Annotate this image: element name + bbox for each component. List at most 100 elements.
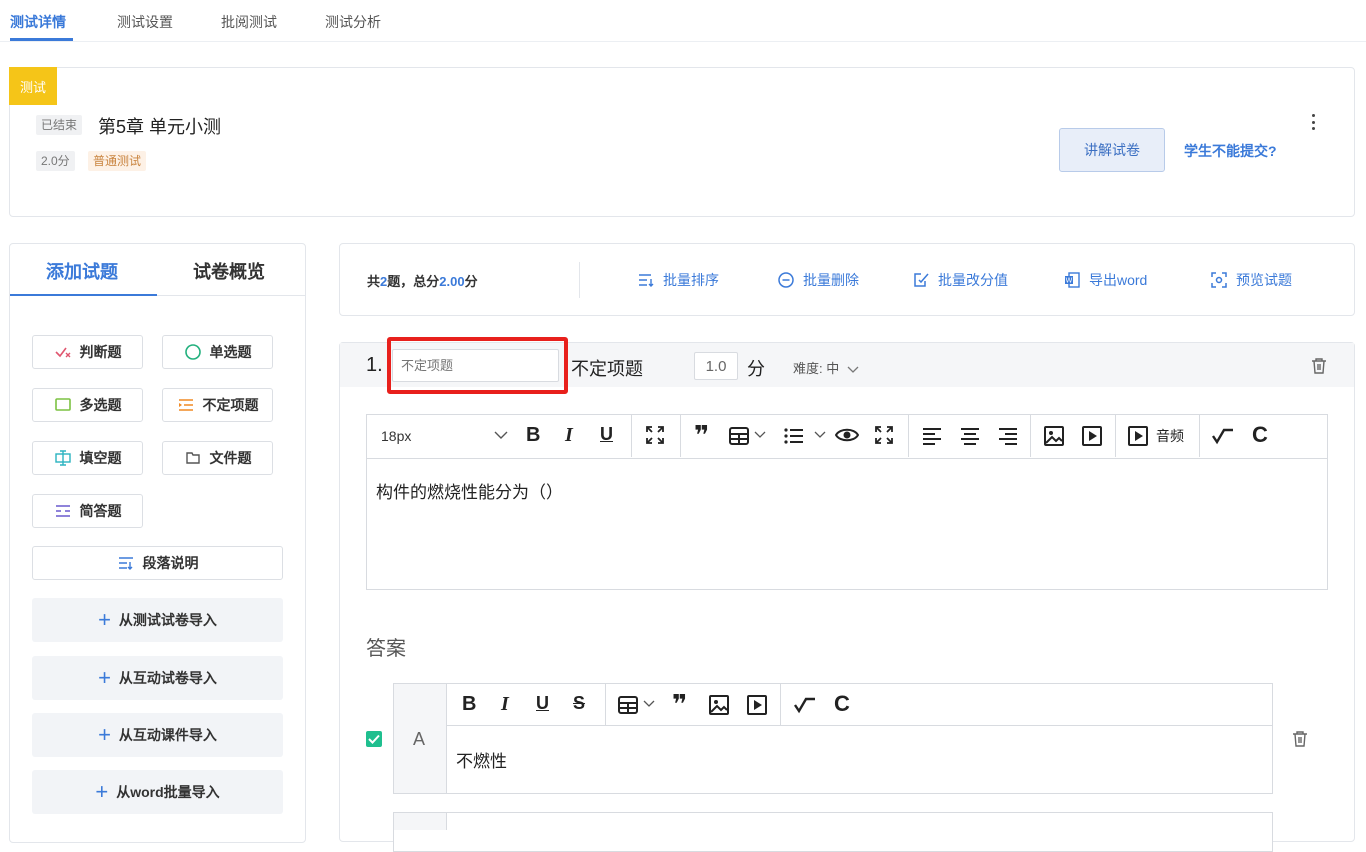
chevron-down-icon[interactable] [494, 431, 508, 440]
add-file-question-button[interactable]: 文件题 [162, 441, 273, 475]
circle-icon [184, 344, 201, 360]
formula-icon[interactable] [1212, 427, 1234, 445]
option-a-text[interactable]: 不燃性 [456, 747, 507, 772]
question-content[interactable]: 构件的燃烧性能分为（） [376, 478, 563, 503]
toolbar-separator [1030, 415, 1031, 457]
list-icon [178, 399, 193, 411]
cannot-submit-link[interactable]: 学生不能提交? [1184, 141, 1277, 161]
answer-heading: 答案 [366, 638, 406, 660]
file-question-label: 文件题 [209, 450, 252, 466]
toolbar-separator [605, 684, 606, 725]
indefinite-choice-label: 不定项题 [202, 397, 259, 413]
add-multiple-choice-button[interactable]: 多选题 [32, 388, 143, 422]
underline-icon[interactable]: U [600, 424, 613, 445]
fullscreen-icon[interactable] [646, 426, 664, 444]
square-icon [54, 398, 71, 411]
plus-icon: + [98, 607, 111, 632]
tab-test-details[interactable]: 测试详情 [10, 12, 66, 32]
clear-format-icon[interactable]: C [834, 691, 850, 717]
check-icon [368, 734, 380, 744]
eye-icon[interactable] [835, 426, 859, 444]
bullet-list-icon[interactable] [784, 427, 804, 445]
tab-add-questions[interactable]: 添加试题 [46, 258, 118, 284]
explain-paper-button[interactable]: 讲解试卷 [1059, 128, 1165, 172]
paragraph-note-label: 段落说明 [142, 555, 199, 571]
preview-icon [1211, 272, 1227, 288]
align-right-icon[interactable] [998, 427, 1018, 445]
left-active-tab-underline [10, 294, 157, 296]
batch-change-score-button[interactable]: 批量改分值 [912, 270, 1008, 290]
formula-icon[interactable] [794, 696, 816, 714]
paragraph-note-button[interactable]: 段落说明 [32, 546, 283, 580]
export-word-button[interactable]: W 导出word [1063, 270, 1147, 290]
import-label: 从word批量导入 [116, 784, 220, 800]
summary-suffix: 分 [464, 274, 478, 289]
image-icon[interactable] [1044, 426, 1064, 446]
image-icon[interactable] [709, 695, 729, 715]
underline-icon[interactable]: U [536, 693, 549, 714]
italic-icon[interactable]: I [565, 424, 573, 447]
minus-circle-icon [778, 272, 794, 288]
check-cross-icon [54, 347, 70, 358]
import-from-interactive-courseware-button[interactable]: + 从互动课件导入 [32, 713, 283, 757]
active-tab-underline [10, 38, 73, 41]
question-type-input[interactable] [392, 349, 559, 382]
test-type-badge: 测试 [9, 67, 57, 105]
more-options-icon[interactable] [1306, 114, 1320, 130]
font-size-select[interactable]: 18px [381, 428, 411, 444]
import-from-word-button[interactable]: + 从word批量导入 [32, 770, 283, 814]
table-icon[interactable] [618, 696, 638, 714]
preview-questions-button[interactable]: 预览试题 [1210, 270, 1292, 290]
quote-icon[interactable]: ❞ [694, 420, 709, 451]
tab-review-test[interactable]: 批阅测试 [221, 12, 277, 32]
add-short-answer-button[interactable]: 简答题 [32, 494, 143, 528]
audio-button[interactable]: 音频 [1128, 426, 1184, 446]
align-center-icon[interactable] [960, 427, 980, 445]
single-choice-label: 单选题 [209, 344, 252, 360]
add-single-choice-button[interactable]: 单选题 [162, 335, 273, 369]
strikethrough-icon[interactable]: S [573, 693, 585, 714]
tabs-divider [0, 41, 1366, 42]
word-icon: W [1065, 272, 1080, 288]
tab-test-settings[interactable]: 测试设置 [117, 12, 173, 32]
clear-format-icon[interactable]: C [1252, 422, 1268, 448]
add-indefinite-choice-button[interactable]: 不定项题 [162, 388, 273, 422]
add-true-false-button[interactable]: 判断题 [32, 335, 143, 369]
fullscreen-icon[interactable] [875, 426, 893, 444]
delete-question-icon[interactable] [1311, 357, 1327, 375]
difficulty-select[interactable]: 难度: 中 [793, 358, 859, 377]
chevron-down-icon[interactable] [643, 700, 655, 708]
paragraph-icon [118, 557, 133, 570]
summary-prefix: 共 [367, 274, 381, 289]
bold-icon[interactable]: B [462, 693, 476, 716]
delete-option-icon[interactable] [1292, 730, 1308, 748]
score-input[interactable]: 1.0 [694, 352, 738, 380]
tab-test-analysis[interactable]: 测试分析 [325, 12, 381, 32]
batch-delete-button[interactable]: 批量删除 [777, 270, 859, 290]
italic-icon[interactable]: I [501, 693, 509, 716]
quote-icon[interactable]: ❞ [672, 689, 687, 720]
import-from-interactive-paper-button[interactable]: + 从互动试卷导入 [32, 656, 283, 700]
bold-icon[interactable]: B [526, 424, 540, 447]
option-a-editor[interactable] [393, 683, 1273, 794]
batch-sort-button[interactable]: 批量排序 [637, 270, 719, 290]
export-word-label: 导出word [1089, 272, 1148, 288]
plus-icon: + [98, 722, 111, 747]
option-b-editor[interactable] [393, 812, 1273, 852]
video-icon[interactable] [747, 695, 767, 715]
option-a-checkbox[interactable] [366, 731, 382, 747]
toolbar-separator [1199, 415, 1200, 457]
short-answer-icon [55, 505, 70, 517]
add-fill-blank-button[interactable]: 填空题 [32, 441, 143, 475]
align-left-icon[interactable] [922, 427, 942, 445]
tab-paper-overview[interactable]: 试卷概览 [193, 258, 265, 284]
multiple-choice-label: 多选题 [79, 397, 122, 413]
table-icon[interactable] [729, 427, 749, 445]
toolbar-separator [908, 415, 909, 457]
import-from-test-paper-button[interactable]: + 从测试试卷导入 [32, 598, 283, 642]
chevron-down-icon[interactable] [814, 431, 826, 439]
plus-icon: + [98, 665, 111, 690]
file-icon [185, 452, 200, 464]
video-icon[interactable] [1082, 426, 1102, 446]
chevron-down-icon[interactable] [754, 431, 766, 439]
